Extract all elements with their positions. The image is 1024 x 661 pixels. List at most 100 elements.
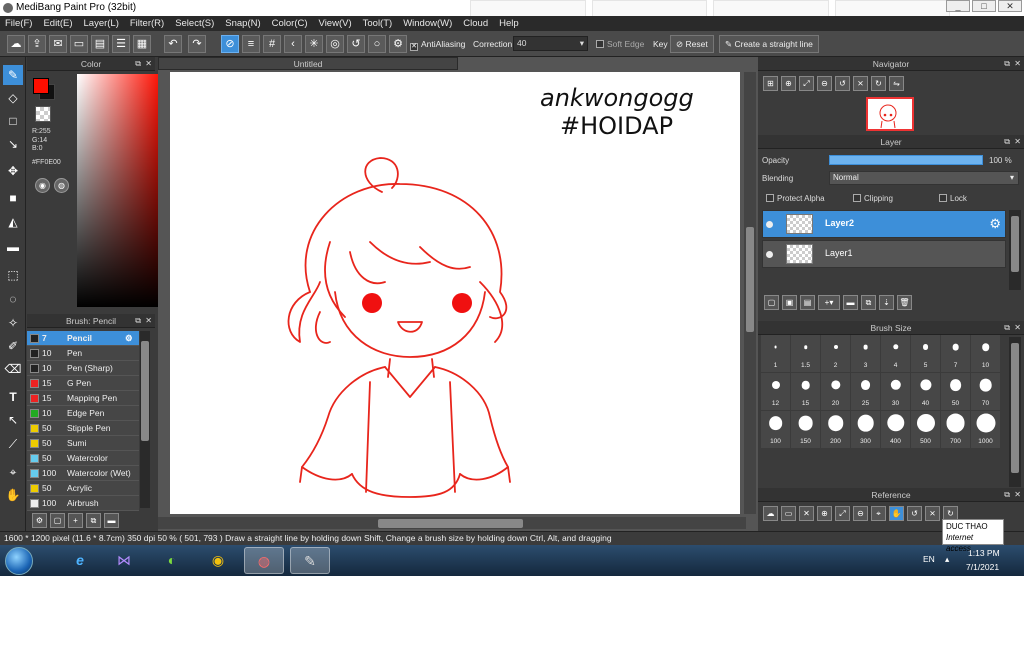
brush-size-cell[interactable]: 300 [851,411,881,449]
brush-size-cell[interactable]: 70 [971,373,1001,411]
reset-button[interactable]: ⊘ Reset [670,35,714,53]
rotate-right-icon[interactable]: ↻ [871,76,886,91]
background-tab[interactable] [470,0,586,16]
antialiasing-toggle[interactable]: ✕ AntiAliasing [410,39,465,51]
brush-item[interactable]: 100 Watercolor (Wet) [27,466,139,481]
rotate-left-icon[interactable]: ↺ [835,76,850,91]
soft-edge-toggle[interactable]: Soft Edge [596,39,644,49]
blending-select[interactable]: Normal ▾ [829,171,1019,185]
fill-rect-tool-icon[interactable]: ■ [3,188,23,208]
bucket-tool-icon[interactable]: ◭ [3,212,23,232]
brush-size-cell[interactable]: 7 [941,335,971,373]
transparent-color-swatch[interactable] [35,106,51,122]
copy-brush-icon[interactable]: ⧉ [86,512,101,528]
divide-tool-icon[interactable]: ⟋ [3,434,23,454]
brush-size-cell[interactable]: 20 [821,373,851,411]
reference-zoom-in-icon[interactable]: ⊕ [817,506,832,521]
blur-tool-icon[interactable]: ↘ [3,134,23,154]
menu-window[interactable]: Window(W) [403,18,452,29]
canvas-vertical-thumb[interactable] [746,227,754,332]
reference-cloud-icon[interactable]: ☁ [763,506,778,521]
brush-tool-icon[interactable]: ✎ [3,65,23,85]
brush-size-cell[interactable]: 50 [941,373,971,411]
eyedropper-tool-icon[interactable]: ⌖ [3,462,23,482]
start-button[interactable] [5,547,33,575]
tray-up-arrow-icon[interactable]: ▴ [945,554,949,565]
brush-size-cell[interactable]: 700 [941,411,971,449]
float-panel-icon[interactable]: ⧉ [1004,488,1010,502]
magic-wand-tool-icon[interactable]: ✧ [3,313,23,333]
close-panel-icon[interactable]: ✕ [145,57,152,71]
reference-reset-icon[interactable]: ⨯ [925,506,940,521]
select-pen-tool-icon[interactable]: ✐ [3,336,23,356]
drawing-canvas[interactable]: ankwongogg #HOIDAP [170,72,740,514]
eraser-tool-icon[interactable]: ◇ [3,88,23,108]
reference-hand-icon[interactable]: ✋ [889,506,904,521]
radial-snap-icon[interactable]: ✳ [305,35,323,53]
menu-view[interactable]: View(V) [319,18,352,29]
brush-item[interactable]: 7 Pencil ⚙ [27,331,139,346]
circle-snap-icon[interactable]: ○ [368,35,386,53]
brush-size-cell[interactable]: 40 [911,373,941,411]
brush-size-cell[interactable]: 200 [821,411,851,449]
green-app-icon[interactable]: ◐ [152,547,192,574]
brush-size-cell[interactable]: 1 [761,335,791,373]
brush-size-cell[interactable]: 4 [881,335,911,373]
layer-folder-icon[interactable]: ▬ [843,295,858,310]
float-panel-icon[interactable]: ⧉ [135,57,141,71]
menu-snap[interactable]: Snap(N) [225,18,260,29]
close-button[interactable]: ✕ [998,0,1022,12]
language-indicator[interactable]: EN [923,554,935,564]
brush-item[interactable]: 10 Edge Pen [27,406,139,421]
undo-icon[interactable]: ↶ [164,35,182,53]
duplicate-layer-icon[interactable]: ⧉ [861,295,876,310]
canvas-horizontal-scrollbar[interactable] [158,517,746,529]
dot-tool-icon[interactable]: □ [3,111,23,131]
protect-alpha-toggle[interactable]: Protect Alpha [766,194,825,203]
chrome-icon[interactable]: ◉ [198,547,238,574]
float-panel-icon[interactable]: ⧉ [1004,135,1010,149]
brush-item[interactable]: 100 Airbrush [27,496,139,511]
brush-size-cell[interactable]: 400 [881,411,911,449]
hand-tool-icon[interactable]: ✋ [3,485,23,505]
close-reference-icon[interactable]: ✕ [799,506,814,521]
paint-taskbar-icon[interactable]: ✎ [290,547,330,574]
background-tab[interactable] [591,0,707,16]
menu-cloud[interactable]: Cloud [463,18,488,29]
cloud-icon[interactable]: ☁ [7,35,25,53]
brush-size-cell[interactable]: 1.5 [791,335,821,373]
comment-icon[interactable]: ✉ [49,35,67,53]
brush-size-cell[interactable]: 100 [761,411,791,449]
brush-settings-icon[interactable]: ⚙ [32,512,47,528]
zoom-out-icon[interactable]: ⊖ [817,76,832,91]
brush-size-cell[interactable]: 25 [851,373,881,411]
concentric-snap-icon[interactable]: ◎ [326,35,344,53]
close-panel-icon[interactable]: ✕ [145,314,152,328]
brush-size-cell[interactable]: 30 [881,373,911,411]
brush-size-cell[interactable]: 15 [791,373,821,411]
reference-zoom-out-icon[interactable]: ⊖ [853,506,868,521]
select-eraser-tool-icon[interactable]: ⌫ [3,359,23,379]
float-panel-icon[interactable]: ⧉ [135,314,141,328]
brush-size-scrollbar[interactable] [1009,337,1021,487]
float-panel-icon[interactable]: ⧉ [1004,57,1010,71]
float-panel-icon[interactable]: ⧉ [1004,321,1010,335]
brush-size-cell[interactable]: 500 [911,411,941,449]
snap-settings-icon[interactable]: ⚙ [389,35,407,53]
menu-edit[interactable]: Edit(E) [43,18,72,29]
maximize-button[interactable]: □ [972,0,996,12]
close-panel-icon[interactable]: ✕ [1014,135,1021,149]
grid-icon[interactable]: ▦ [133,35,151,53]
brush-item[interactable]: 50 Watercolor [27,451,139,466]
menu-tool[interactable]: Tool(T) [363,18,393,29]
correction-select[interactable]: 40 ▾ [513,36,588,51]
brush-size-cell[interactable]: 12 [761,373,791,411]
layer-row-layer2[interactable]: Layer2 ⚙ [762,210,1006,238]
brush-item[interactable]: 50 Sumi [27,436,139,451]
add-brush-icon[interactable]: + [68,512,83,528]
saturation-value-picker[interactable] [77,74,161,307]
brush-size-cell[interactable]: 150 [791,411,821,449]
menu-color[interactable]: Color(C) [272,18,308,29]
reference-rotate-left-icon[interactable]: ↺ [907,506,922,521]
brush-size-cell[interactable]: 3 [851,335,881,373]
